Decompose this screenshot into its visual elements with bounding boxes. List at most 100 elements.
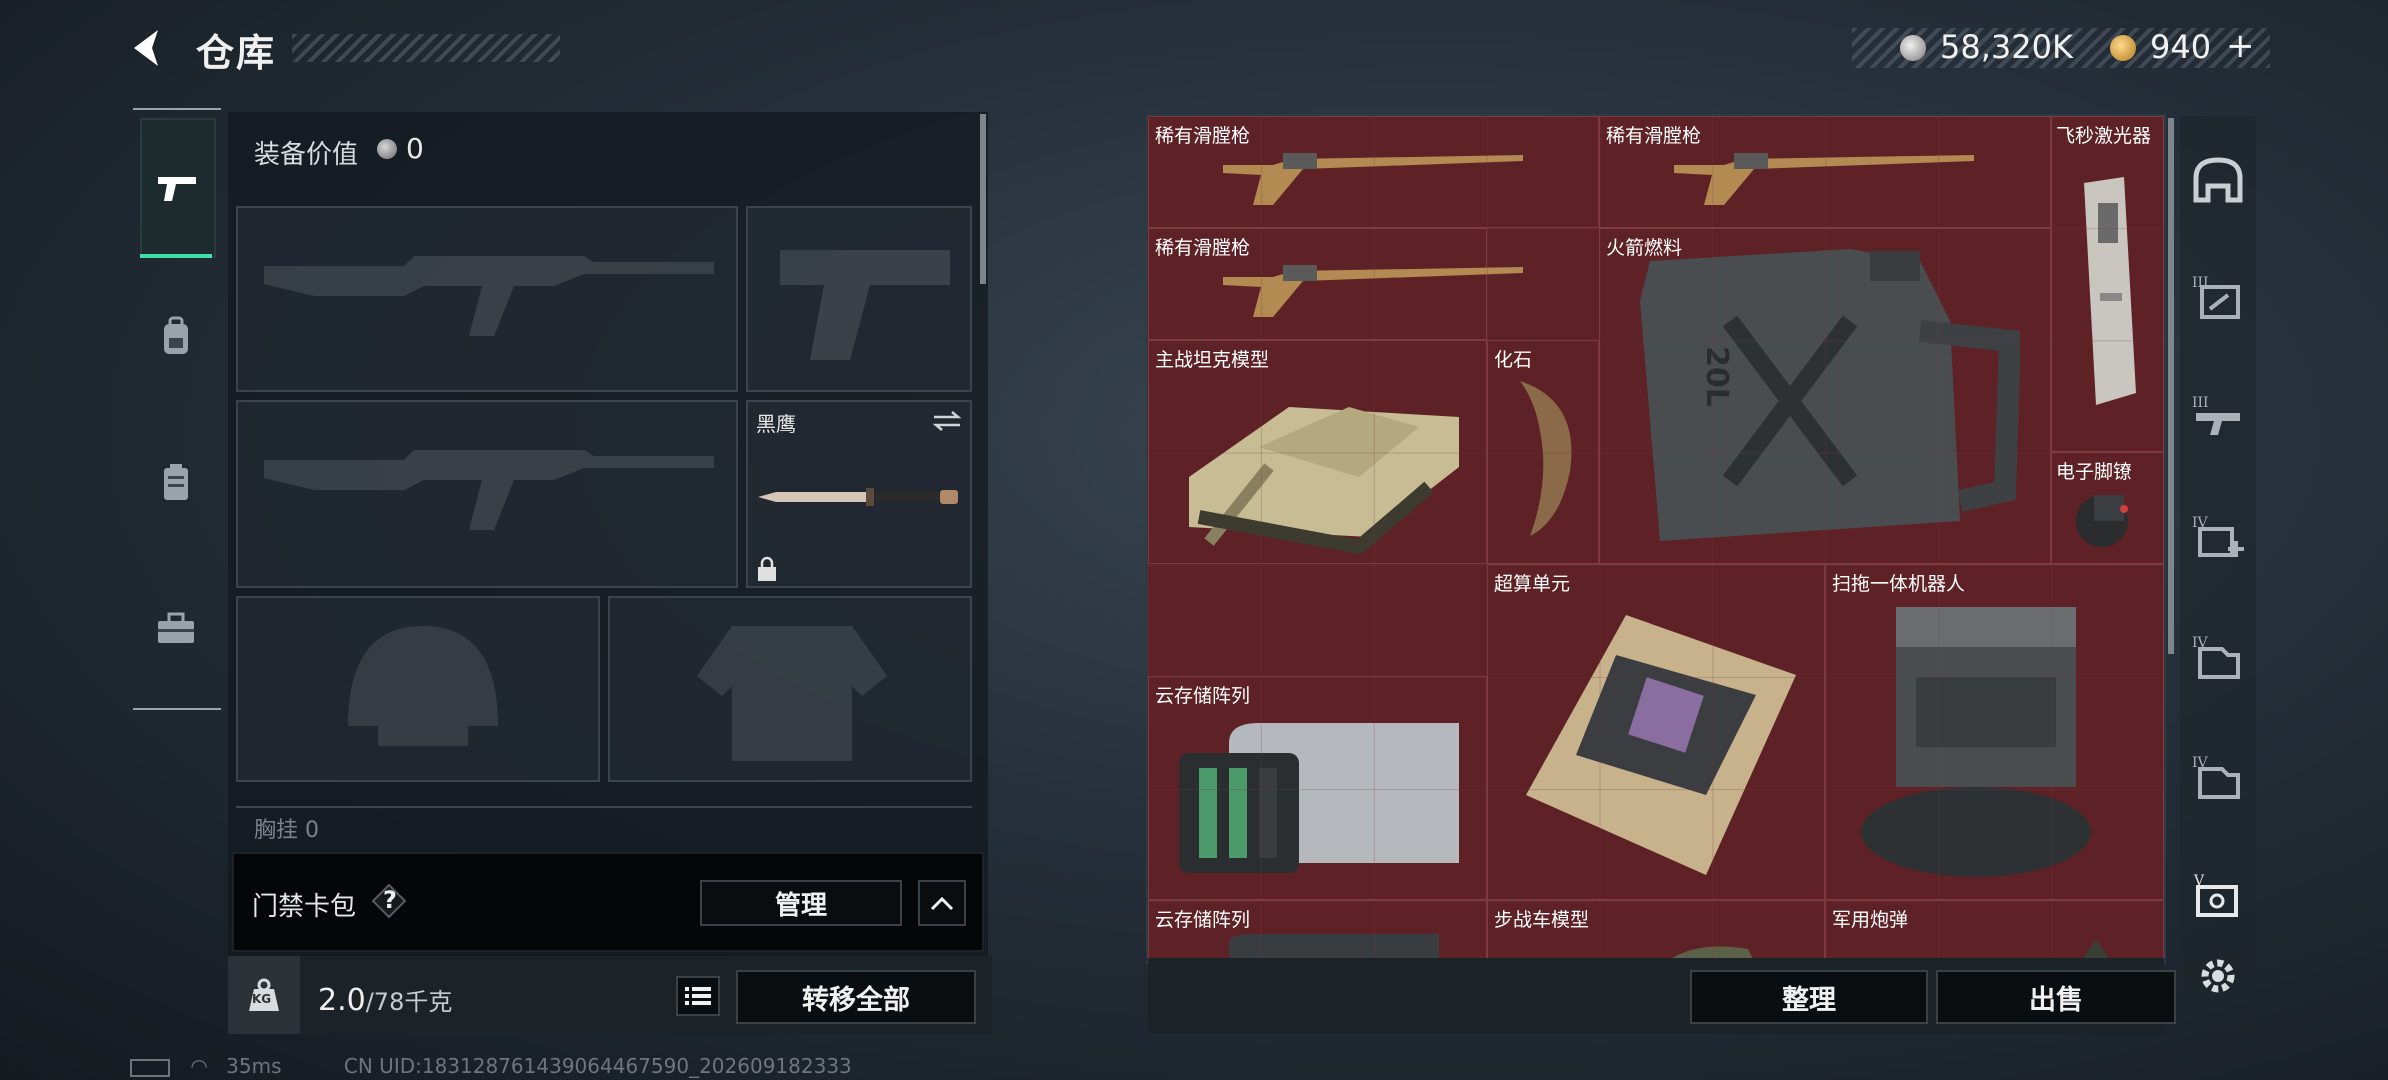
manage-button[interactable]: 管理 — [700, 880, 902, 926]
status-bar: ◠ 35ms CN UID:18312876143906446759​0_202… — [130, 1054, 852, 1078]
tab-tier-v-safe[interactable]: V — [2188, 864, 2248, 924]
robot-vacuum-icon — [1861, 607, 2091, 877]
silver-currency-value: 58,320K — [1940, 28, 2073, 66]
item-cloud-storage-array[interactable]: 云存储阵列 — [1148, 900, 1487, 958]
tier-iv-case-icon-2: IV — [2192, 755, 2240, 799]
tab-bar-bottom-line — [133, 708, 221, 710]
tab-tier-iv-medkit[interactable]: IV — [2188, 506, 2248, 566]
ankle-monitor-icon — [2076, 495, 2128, 547]
flintlock-rifle-icon — [1223, 153, 1523, 205]
chest-rig-slot[interactable] — [236, 806, 972, 838]
storage-array-icon — [1179, 723, 1459, 873]
secondary-weapon-slot[interactable] — [236, 400, 738, 588]
item-mbt-model[interactable]: 主战坦克模型 — [1148, 340, 1487, 564]
storage-array-icon — [1229, 934, 1439, 958]
flintlock-rifle-icon — [1223, 265, 1523, 317]
chest-rig-label: 胸挂 0 — [254, 812, 319, 844]
vest-icon — [164, 464, 188, 500]
lock-icon — [758, 556, 776, 581]
tab-weapons[interactable] — [140, 118, 216, 258]
item-label: 步战车模型 — [1494, 909, 1590, 931]
chest-rig-value: 0 — [305, 818, 320, 843]
tab-tier-iv-case-2[interactable]: IV — [2188, 746, 2248, 806]
silver-coin-icon — [377, 139, 397, 159]
warehouse-scrollbar[interactable] — [2168, 118, 2174, 654]
item-ankle-monitor[interactable]: 电子脚镣 — [2051, 452, 2164, 564]
help-button[interactable]: ? — [371, 883, 407, 919]
item-label: 化石 — [1494, 349, 1533, 371]
tier-iii-case-icon: III — [2192, 275, 2240, 319]
item-robot-vacuum[interactable]: 扫拖一体机器人 — [1825, 564, 2164, 900]
item-label: 云存储阵列 — [1155, 685, 1251, 707]
warehouse-grid: 稀有滑膛枪 稀有滑膛枪 飞秒激光器 稀有滑膛枪 火箭燃料 20L 主战坦克模型 … — [1148, 116, 2164, 958]
helmet-silhouette-icon — [348, 626, 498, 746]
jerry-can-icon — [1640, 249, 2020, 541]
tier-iii-gun-icon: III — [2192, 395, 2240, 435]
tab-toolbox[interactable] — [140, 578, 212, 678]
keycard-label: 门禁卡包 — [252, 892, 357, 922]
can-capacity-text: 20L — [1698, 346, 1734, 407]
weight-max: /78千克 — [365, 988, 453, 1016]
item-rocket-fuel[interactable]: 火箭燃料 20L — [1599, 228, 2051, 564]
item-rare-musket[interactable]: 稀有滑膛枪 — [1148, 116, 1599, 228]
tab-tier-iv-case[interactable]: IV — [2188, 626, 2248, 686]
weight-readout: 2.0/78千克 — [318, 982, 452, 1018]
artillery-shell-icon — [2083, 939, 2109, 958]
pistol-silhouette-icon — [780, 250, 950, 360]
item-rare-musket[interactable]: 稀有滑膛枪 — [1599, 116, 2051, 228]
transfer-all-button[interactable]: 转移全部 — [736, 970, 976, 1024]
page-title: 仓库 — [196, 31, 277, 75]
item-femtosecond-laser[interactable]: 飞秒激光器 — [2051, 116, 2164, 452]
help-glyph: ? — [383, 886, 397, 914]
tab-tier-iii-gun[interactable]: III — [2188, 386, 2248, 446]
equipment-value-label: 装备价值 — [254, 140, 359, 170]
tier-v-safe-icon: V — [2193, 873, 2238, 917]
weight-unit-glyph: KG — [252, 992, 272, 1006]
item-label: 稀有滑膛枪 — [1155, 237, 1251, 259]
equipment-value: 0 — [406, 132, 424, 165]
armor-slot[interactable] — [608, 596, 972, 782]
sell-button[interactable]: 出售 — [1936, 970, 2176, 1024]
item-artillery-shell[interactable]: 军用炮弹 — [1825, 900, 2164, 958]
swap-icon[interactable] — [932, 410, 962, 432]
tab-warehouse-main[interactable] — [2188, 150, 2248, 210]
item-ifv-model[interactable]: 步战车模型 — [1487, 900, 1825, 958]
tab-vest[interactable] — [140, 432, 212, 532]
item-label: 飞秒激光器 — [2056, 125, 2152, 147]
helmet-tab-icon — [2193, 157, 2243, 203]
add-currency-button[interactable]: + — [2226, 26, 2255, 66]
laser-device-icon — [2084, 177, 2136, 405]
item-supercompute-unit[interactable]: 超算单元 — [1487, 564, 1825, 900]
primary-weapon-slot[interactable] — [236, 206, 738, 392]
sidearm-slot[interactable] — [746, 206, 972, 392]
melee-item-label: 黑鹰 — [756, 412, 796, 436]
tab-bar-top-line — [133, 108, 221, 110]
item-label: 电子脚镣 — [2056, 461, 2133, 483]
collapse-button[interactable] — [918, 880, 966, 926]
chevron-up-icon — [930, 896, 954, 911]
item-label: 云存储阵列 — [1155, 909, 1251, 931]
pistol-icon — [158, 177, 196, 201]
combat-knife-icon — [758, 488, 958, 506]
item-label: 稀有滑膛枪 — [1155, 125, 1251, 147]
melee-slot[interactable]: 黑鹰 — [746, 400, 972, 588]
svg-text:III: III — [2192, 395, 2209, 411]
tab-backpack[interactable] — [140, 286, 212, 386]
item-cloud-storage-array[interactable]: 云存储阵列 — [1148, 676, 1487, 900]
gold-coin-icon — [2110, 35, 2136, 61]
item-rare-musket[interactable]: 稀有滑膛枪 — [1148, 228, 1523, 340]
settings-button[interactable] — [2188, 946, 2248, 1006]
ifv-model-icon — [1672, 946, 1753, 958]
list-view-button[interactable] — [676, 976, 720, 1016]
tab-tier-iii-case[interactable]: III — [2188, 266, 2248, 326]
tier-iv-case-icon: IV — [2192, 635, 2240, 679]
equipment-scrollbar[interactable] — [980, 114, 986, 284]
item-label: 超算单元 — [1494, 573, 1571, 595]
toolbox-icon — [158, 612, 194, 643]
silver-coin-icon — [1900, 35, 1926, 61]
helmet-slot[interactable] — [236, 596, 600, 782]
back-button[interactable] — [128, 26, 172, 70]
sort-button[interactable]: 整理 — [1690, 970, 1928, 1024]
tab-active-indicator — [140, 254, 212, 258]
item-fossil[interactable]: 化石 — [1487, 340, 1599, 564]
